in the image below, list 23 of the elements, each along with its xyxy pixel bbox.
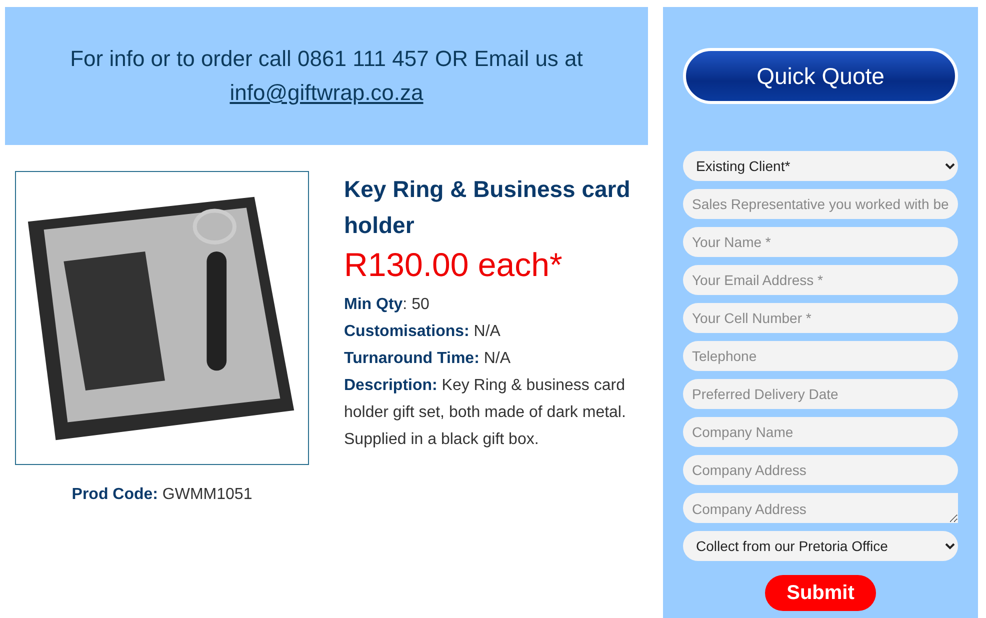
spec-text: Description: Key Ring & business card holder gift set, both made of dark metal. (344, 376, 627, 423)
product-title: Key Ring & Business card holder (344, 175, 632, 240)
spec-text: Turnaround Time: N/A (344, 349, 512, 369)
input-field[interactable]: Telephone (683, 341, 958, 371)
contact-text: For info or to order call 0861 111 457 OR Email us at info@giftwrap.co.za (69, 45, 584, 107)
email-link[interactable]: info@giftwrap.co.za (230, 80, 424, 105)
input-field[interactable]: Company Name (683, 417, 958, 447)
input-field[interactable]: Your Name * (683, 227, 958, 257)
submit-button[interactable]: Submit (764, 575, 876, 611)
product-price: R130.00 each* (344, 245, 564, 285)
input-field[interactable]: Company Address (683, 455, 958, 485)
product-code: Prod Code: GWMM1051 (70, 485, 254, 505)
input-field[interactable]: Your Email Address * (683, 265, 958, 295)
spec-text: Min Qty: 50 (344, 295, 430, 315)
dropdown[interactable]: Existing Client* (683, 151, 958, 181)
spec-text: Customisations: N/A (344, 322, 502, 342)
text-area[interactable]: Company Address (683, 493, 958, 523)
input-field[interactable]: Sales Representative you worked with be (683, 189, 958, 219)
quick-quote-button[interactable]: Quick Quote (683, 48, 958, 104)
note-text: Supplied in a black gift box. (344, 430, 540, 450)
dropdown[interactable]: Collect from our Pretoria Office (683, 531, 958, 561)
input-field[interactable]: Your Cell Number * (683, 303, 958, 333)
input-field[interactable]: Preferred Delivery Date (683, 379, 958, 409)
